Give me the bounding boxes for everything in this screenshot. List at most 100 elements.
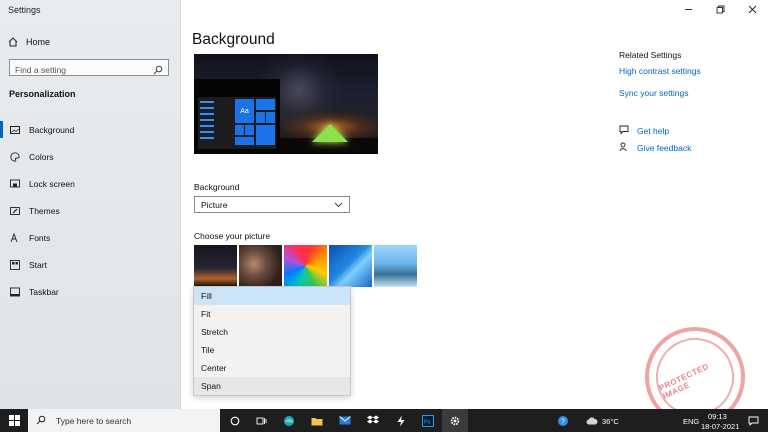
sidebar-item-background[interactable]: Background <box>0 116 180 143</box>
cloud-icon <box>586 416 598 424</box>
fit-option-fill[interactable]: Fill <box>194 287 350 305</box>
sidebar-item-label: Colors <box>29 151 54 162</box>
sidebar-item-label: Themes <box>29 205 60 216</box>
file-explorer-button[interactable] <box>304 409 330 432</box>
preview-tile <box>266 112 275 123</box>
give-feedback-label: Give feedback <box>637 143 692 153</box>
preview-tile-aa: Aa <box>235 99 254 123</box>
preview-desktop-mock: Aa <box>194 79 280 154</box>
bolt-icon <box>397 415 405 426</box>
mail-button[interactable] <box>332 409 358 432</box>
photoshop-icon: Ps <box>422 414 434 427</box>
get-help-label: Get help <box>637 126 670 136</box>
question-icon: ? <box>558 415 568 426</box>
preview-app-list <box>200 101 216 143</box>
font-icon <box>10 232 20 243</box>
picture-thumbnail-3[interactable] <box>284 245 327 287</box>
picture-thumbnail-1[interactable] <box>194 245 237 287</box>
section-title: Personalization <box>9 89 76 99</box>
sidebar-item-label: Lock screen <box>29 178 75 189</box>
clock-time[interactable]: 09:13 <box>708 412 727 421</box>
preview-tile <box>256 112 265 123</box>
preview-tent <box>312 124 348 142</box>
language-indicator[interactable]: ENG <box>683 417 699 426</box>
background-type-label: Background <box>194 182 240 192</box>
minimize-icon <box>684 8 692 10</box>
nav-list: Background Colors Lock screen Themes Fon… <box>0 116 180 305</box>
fit-option-fit[interactable]: Fit <box>194 305 350 323</box>
svg-text:Ps: Ps <box>424 419 431 425</box>
preview-tile <box>245 125 254 135</box>
stamp-text: PROTECTED IMAGE <box>657 361 711 401</box>
help-tray-button[interactable]: ? <box>550 409 576 432</box>
minimize-button[interactable] <box>672 0 704 18</box>
maximize-button[interactable] <box>704 0 736 18</box>
home-icon <box>8 37 18 47</box>
palette-icon <box>10 151 20 162</box>
background-type-value: Picture <box>201 199 228 210</box>
sidebar-item-themes[interactable]: Themes <box>0 197 180 224</box>
sidebar-item-taskbar[interactable]: Taskbar <box>0 278 180 305</box>
settings-search[interactable] <box>9 59 169 78</box>
brush-icon <box>10 206 20 216</box>
sidebar-item-colors[interactable]: Colors <box>0 143 180 170</box>
give-feedback-link[interactable]: Give feedback <box>619 142 691 154</box>
help-chat-icon <box>619 125 629 137</box>
edge-icon <box>284 415 294 426</box>
image-icon <box>10 125 20 135</box>
dropbox-button[interactable] <box>360 409 386 432</box>
preview-tile <box>235 125 244 135</box>
sidebar-item-fonts[interactable]: Fonts <box>0 224 180 251</box>
settings-taskbar-button[interactable] <box>442 409 468 432</box>
preview-tile <box>256 125 275 145</box>
sidebar-item-lock-screen[interactable]: Lock screen <box>0 170 180 197</box>
edge-button[interactable] <box>276 409 302 432</box>
fit-option-stretch[interactable]: Stretch <box>194 323 350 341</box>
close-button[interactable] <box>736 0 768 18</box>
task-view-button[interactable] <box>248 409 274 432</box>
sync-settings-link[interactable]: Sync your settings <box>619 88 688 98</box>
app-title: Settings <box>8 5 41 15</box>
high-contrast-link[interactable]: High contrast settings <box>619 66 701 76</box>
restore-icon <box>716 5 724 13</box>
page-title: Background <box>192 31 275 48</box>
fit-option-span[interactable]: Span <box>194 377 350 395</box>
sidebar-item-label: Fonts <box>29 232 51 243</box>
cortana-button[interactable] <box>222 409 248 432</box>
app-button[interactable] <box>388 409 414 432</box>
home-nav[interactable]: Home <box>8 35 50 49</box>
start-button[interactable] <box>0 409 28 432</box>
taskbar: Ps ? 36°C ENG 09:13 18-07-2021 <box>0 409 768 432</box>
fit-option-center[interactable]: Center <box>194 359 350 377</box>
get-help-link[interactable]: Get help <box>619 125 669 137</box>
fit-option-tile[interactable]: Tile <box>194 341 350 359</box>
feedback-icon <box>619 142 629 154</box>
clock-date[interactable]: 18-07-2021 <box>701 422 739 431</box>
search-input[interactable] <box>10 62 155 78</box>
notifications-button[interactable] <box>740 409 766 432</box>
notification-icon <box>748 416 758 426</box>
sidebar-item-label: Start <box>29 259 47 270</box>
lock-screen-icon <box>10 179 20 189</box>
taskbar-search[interactable] <box>28 409 220 432</box>
picture-thumbnails <box>194 245 417 287</box>
photoshop-button[interactable]: Ps <box>415 409 441 432</box>
search-icon[interactable] <box>153 62 164 75</box>
related-settings-title: Related Settings <box>619 50 682 60</box>
preview-tile <box>235 137 254 145</box>
picture-thumbnail-5[interactable] <box>374 245 417 287</box>
background-type-select[interactable]: Picture <box>194 196 350 213</box>
sidebar-item-start[interactable]: Start <box>0 251 180 278</box>
picture-thumbnail-2[interactable] <box>239 245 282 287</box>
sidebar-item-label: Background <box>29 124 75 135</box>
start-icon <box>10 259 20 270</box>
mail-icon <box>339 416 351 425</box>
close-icon <box>748 5 756 13</box>
fit-dropdown-list: Fill Fit Stretch Tile Center Span <box>193 286 351 396</box>
weather-temperature: 36°C <box>602 417 619 426</box>
picture-thumbnail-4[interactable] <box>329 245 372 287</box>
folder-icon <box>311 417 323 425</box>
search-icon <box>36 412 46 430</box>
taskbar-search-input[interactable] <box>54 414 208 427</box>
preview-start-menu: Aa <box>198 97 276 149</box>
